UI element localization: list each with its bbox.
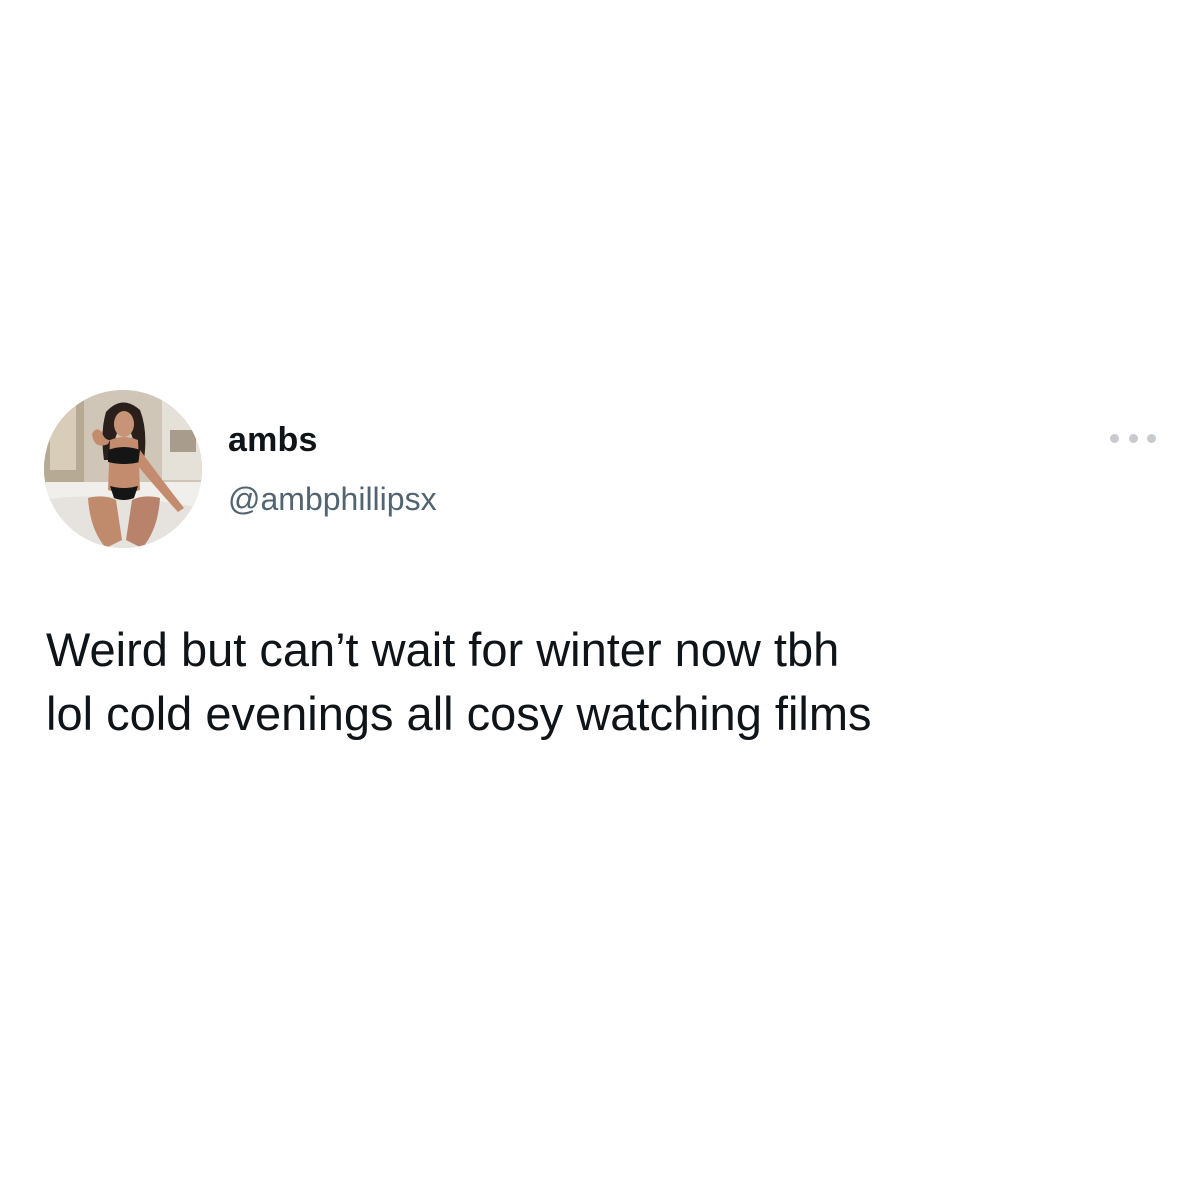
- more-dot: [1147, 433, 1156, 443]
- more-dot: [1110, 433, 1119, 443]
- tweet-text-line: lol cold evenings all cosy watching film…: [46, 687, 872, 740]
- more-dot: [1128, 433, 1138, 443]
- more-horizontal-icon[interactable]: [1110, 430, 1156, 446]
- tweet-header: ambs @ambphillipsx: [44, 390, 1156, 550]
- profile-photo: [44, 390, 202, 548]
- avatar[interactable]: [44, 390, 202, 548]
- tweet-text-line: Weird but can’t wait for winter now tbh: [46, 623, 840, 676]
- tweet-text: Weird but can’t wait for winter now tbh …: [46, 618, 1156, 746]
- display-name[interactable]: ambs: [228, 420, 437, 460]
- user-handle[interactable]: @ambphillipsx: [228, 480, 437, 518]
- page: ambs @ambphillipsx Weird but can’t wait …: [0, 0, 1200, 1188]
- user-names: ambs @ambphillipsx: [228, 420, 437, 518]
- tweet-card[interactable]: ambs @ambphillipsx Weird but can’t wait …: [44, 390, 1156, 746]
